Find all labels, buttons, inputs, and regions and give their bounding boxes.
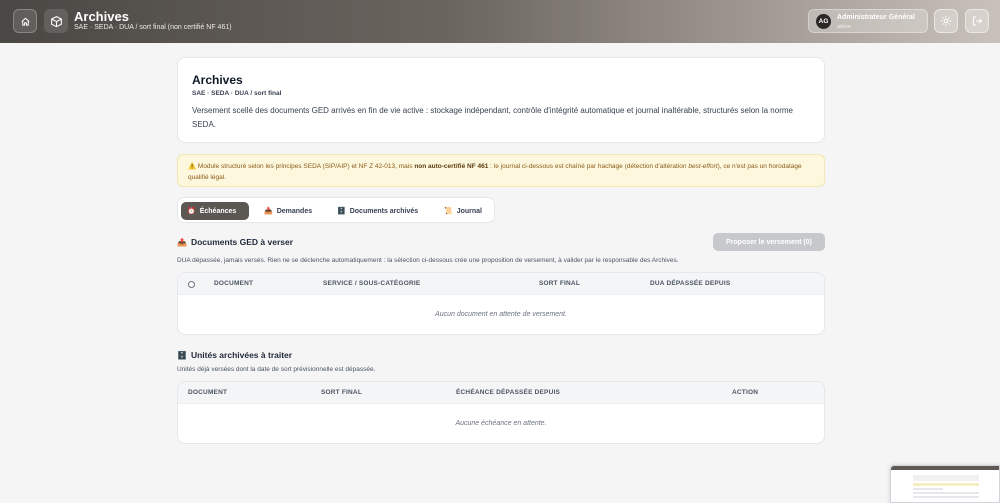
section-units-description: Unités déjà versées dont la date de sort…: [177, 366, 376, 373]
intro-card: Archives SAE · SEDA · DUA / sort final V…: [177, 57, 825, 143]
tab-bar: ⏰ Échéances 📥 Demandes 🗄️ Documents arch…: [177, 197, 495, 223]
avatar: AG: [816, 14, 831, 29]
warning-italic: best-effort: [688, 163, 718, 170]
inbox-icon: 📥: [264, 208, 273, 215]
user-role: admin: [837, 24, 851, 30]
col-dua-depassee[interactable]: DUA DÉPASSÉE DEPUIS: [650, 280, 730, 287]
gear-icon: [941, 16, 951, 26]
inbox-tray-icon: 📤: [177, 237, 187, 247]
home-icon: [21, 17, 29, 26]
col-sort-final[interactable]: SORT FINAL: [539, 280, 580, 287]
col-action: ACTION: [732, 389, 759, 396]
archive-box-icon: [44, 9, 68, 33]
logout-icon: [973, 16, 983, 26]
warning-text-2: : le journal ci-dessous est chaîné par h…: [488, 163, 689, 170]
tab-label: Documents archivés: [349, 207, 419, 215]
certification-warning: ⚠️ Module structuré selon les principes …: [177, 154, 825, 187]
warning-icon: ⚠️: [188, 163, 197, 170]
page-tagline: SAE · SEDA · DUA / sort final: [192, 90, 282, 97]
propose-versement-button[interactable]: Proposer le versement (0): [713, 233, 825, 251]
section-ged-description: DUA dépassée, jamais versés. Rien ne se …: [177, 257, 679, 264]
section-ged-heading: Documents GED à verser: [190, 237, 294, 247]
section-ged-title: 📤 Documents GED à verser: [177, 237, 293, 247]
col-sort-final[interactable]: SORT FINAL: [321, 389, 362, 396]
tab-label: Échéances: [199, 207, 237, 215]
col-document[interactable]: DOCUMENT: [188, 389, 227, 396]
ged-table: DOCUMENT SERVICE / SOUS-CATÉGORIE SORT F…: [177, 272, 825, 335]
file-cabinet-icon: 🗄️: [177, 350, 187, 360]
home-button[interactable]: [13, 9, 37, 33]
app-subtitle: SAE · SEDA · DUA / sort final (non certi…: [74, 24, 232, 31]
ledger-icon: 📜: [444, 208, 453, 215]
section-units-heading: Unités archivées à traiter: [190, 350, 293, 360]
units-table: DOCUMENT SORT FINAL ÉCHÉANCE DÉPASSÉE DE…: [177, 381, 825, 444]
col-document[interactable]: DOCUMENT: [214, 280, 253, 287]
page-description: Versement scellé des documents GED arriv…: [192, 106, 793, 129]
tab-label: Journal: [456, 207, 483, 215]
logout-button[interactable]: [965, 9, 989, 33]
cabinet-icon: 🗄️: [337, 208, 346, 215]
ged-empty-message: Aucun document en attente de versement.: [435, 311, 567, 318]
warning-bold: non auto-certifié NF 461: [414, 163, 489, 170]
settings-button[interactable]: [934, 9, 958, 33]
warning-text-1: Module structuré selon les principes SED…: [197, 163, 415, 170]
page-title: Archives: [192, 73, 243, 87]
section-units-title: 🗄️ Unités archivées à traiter: [177, 350, 292, 360]
units-empty-message: Aucune échéance en attente.: [455, 420, 547, 427]
user-name: Administrateur Général: [837, 14, 915, 21]
select-all-checkbox[interactable]: [188, 281, 195, 288]
ged-table-header: DOCUMENT SERVICE / SOUS-CATÉGORIE SORT F…: [178, 273, 824, 295]
tab-documents-archives[interactable]: 🗄️ Documents archivés: [331, 202, 424, 220]
col-service[interactable]: SERVICE / SOUS-CATÉGORIE: [323, 280, 420, 287]
units-table-header: DOCUMENT SORT FINAL ÉCHÉANCE DÉPASSÉE DE…: [178, 382, 824, 404]
user-menu[interactable]: AG Administrateur Général admin: [808, 9, 928, 33]
clock-icon: ⏰: [187, 208, 196, 215]
tab-label: Demandes: [276, 207, 313, 215]
col-echeance[interactable]: ÉCHÉANCE DÉPASSÉE DEPUIS: [456, 389, 560, 396]
tab-echeances[interactable]: ⏰ Échéances: [181, 202, 249, 220]
tab-demandes[interactable]: 📥 Demandes: [258, 202, 318, 220]
top-bar: Archives SAE · SEDA · DUA / sort final (…: [0, 0, 1000, 43]
app-title: Archives: [74, 9, 129, 24]
tab-journal[interactable]: 📜 Journal: [438, 202, 488, 220]
page-thumbnail[interactable]: [890, 465, 1000, 503]
